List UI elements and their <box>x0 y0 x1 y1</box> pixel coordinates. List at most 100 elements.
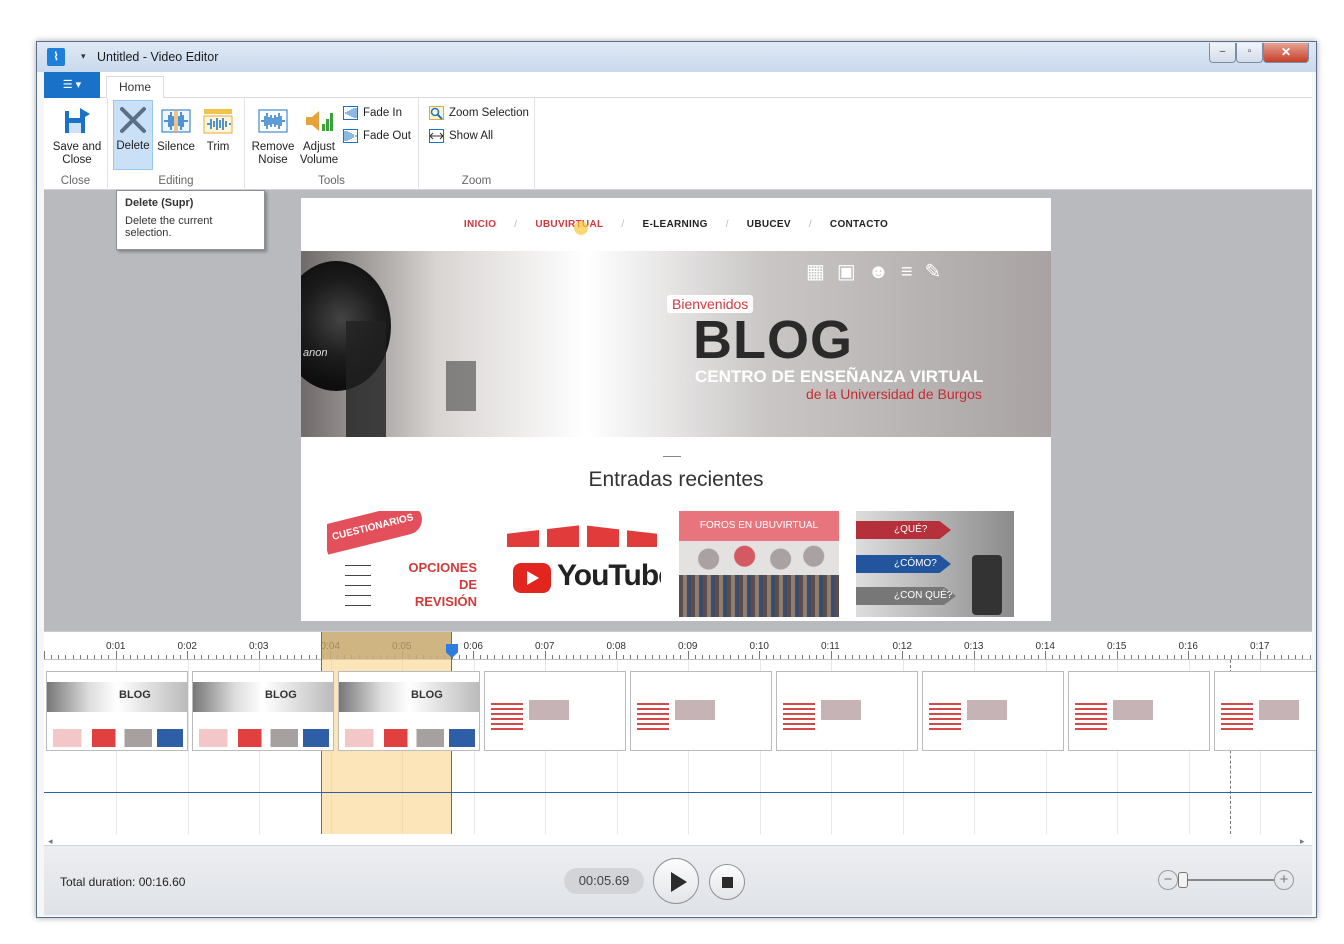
adjust-volume-button[interactable]: Adjust Volume <box>297 102 341 167</box>
video-thumbnail[interactable]: BLOG <box>192 671 334 751</box>
ruler-minor-tick <box>1066 655 1068 659</box>
ruler-minor-tick <box>94 655 96 659</box>
group-tools: Remove Noise Adjust Volume Fade In Fade … <box>245 98 419 190</box>
video-thumbnail[interactable]: BLOG <box>46 671 188 751</box>
ruler-minor-tick <box>766 655 768 659</box>
ruler-minor-tick <box>880 655 882 659</box>
ruler-minor-tick <box>580 655 582 659</box>
stop-button[interactable] <box>709 864 745 900</box>
total-duration: Total duration: 00:16.60 <box>60 875 186 889</box>
silence-button[interactable]: Silence <box>156 102 196 154</box>
zoom-slider-thumb[interactable] <box>1178 872 1188 888</box>
video-thumbnail[interactable] <box>1214 671 1316 751</box>
video-thumbnail[interactable]: BLOG <box>338 671 480 751</box>
quick-access-dropdown-icon[interactable]: ▾ <box>81 51 86 62</box>
zoom-selection-button[interactable]: Zoom Selection <box>429 103 529 123</box>
minimize-button[interactable]: ‒ <box>1209 43 1236 63</box>
post-line: ¿CON QUÉ? <box>856 587 956 605</box>
video-track[interactable]: BLOG BLOG BLOG <box>44 671 1316 751</box>
ruler-minor-tick <box>787 655 789 659</box>
ruler-minor-tick <box>809 655 811 659</box>
ruler-minor-tick <box>208 655 210 659</box>
ruler-minor-tick <box>258 651 260 659</box>
save-and-close-button[interactable]: Save and Close <box>48 102 106 167</box>
ruler-minor-tick <box>294 655 296 659</box>
ruler-minor-tick <box>1009 655 1011 659</box>
ruler-minor-tick <box>179 655 181 659</box>
thumbnail-image <box>529 700 569 720</box>
delete-button[interactable]: Delete <box>113 100 153 170</box>
group-editing: Delete Silence Trim Editing <box>108 98 245 190</box>
ruler-minor-tick <box>1109 655 1111 659</box>
ruler-minor-tick <box>780 655 782 659</box>
zoom-selection-label: Zoom Selection <box>449 107 529 119</box>
thumbnail-hero <box>339 682 479 712</box>
zoom-slider-track[interactable] <box>1182 879 1275 881</box>
file-menu-button[interactable]: ☰ ▾ <box>44 72 100 98</box>
ruler-minor-tick <box>987 655 989 659</box>
ruler-minor-tick <box>129 655 131 659</box>
thumbnail-title: BLOG <box>411 689 443 701</box>
ruler-minor-tick <box>272 655 274 659</box>
ruler-minor-tick <box>594 655 596 659</box>
maximize-button[interactable]: ▫ <box>1236 43 1263 63</box>
ruler-minor-tick <box>237 655 239 659</box>
trim-button[interactable]: Trim <box>198 102 238 154</box>
ruler-minor-tick <box>537 655 539 659</box>
upload-arrows-icon <box>507 525 657 547</box>
zoom-out-button[interactable]: − <box>1158 870 1178 890</box>
pencil-icon: ✎ <box>924 261 954 283</box>
nav-item-contacto: CONTACTO <box>829 218 889 230</box>
ruler-minor-tick <box>315 655 317 659</box>
fade-out-label: Fade Out <box>363 130 411 142</box>
speech-bubbles-icon <box>687 545 831 573</box>
audio-track-line <box>44 792 1312 793</box>
thumbnail-image <box>967 700 1007 720</box>
ruler-minor-tick <box>944 655 946 659</box>
ruler-minor-tick <box>1238 655 1240 659</box>
thumbnail-title: BLOG <box>265 689 297 701</box>
volume-icon <box>306 111 333 131</box>
hero-university: de la Universidad de Burgos <box>806 386 982 402</box>
tooltip-title: Delete (Supr) <box>125 197 194 209</box>
thumbnail-hero <box>47 682 187 712</box>
section-divider <box>663 456 681 457</box>
ruler-minor-tick <box>623 655 625 659</box>
ruler-minor-tick <box>1102 655 1104 659</box>
ruler-minor-tick <box>523 655 525 659</box>
fade-out-button[interactable]: Fade Out <box>343 126 411 146</box>
video-thumbnail[interactable] <box>922 671 1064 751</box>
fade-in-label: Fade In <box>363 107 402 119</box>
fade-in-icon <box>343 106 358 120</box>
list-icon: ≡ <box>900 261 925 283</box>
ruler-minor-tick <box>480 655 482 659</box>
zoom-in-button[interactable]: + <box>1274 870 1294 890</box>
ruler-minor-tick <box>265 655 267 659</box>
timeline[interactable]: 0:010:020:030:040:050:060:070:080:090:10… <box>44 631 1316 846</box>
fade-in-button[interactable]: Fade In <box>343 103 402 123</box>
video-thumbnail[interactable] <box>776 671 918 751</box>
ruler-minor-tick <box>44 651 45 659</box>
video-thumbnail[interactable] <box>1068 671 1210 751</box>
ruler-minor-tick <box>716 655 718 659</box>
ruler-minor-tick <box>79 655 81 659</box>
stop-icon <box>722 877 733 888</box>
show-all-button[interactable]: Show All <box>429 126 493 146</box>
window-title: Untitled - Video Editor <box>97 50 219 64</box>
post-line: OPCIONES <box>408 560 477 575</box>
ruler-minor-tick <box>923 655 925 659</box>
ribbon: Save and Close Close Delete Silence Trim… <box>44 98 1312 190</box>
ruler-minor-tick <box>573 655 575 659</box>
remove-noise-button[interactable]: Remove Noise <box>249 102 297 167</box>
ruler-minor-tick <box>1073 655 1075 659</box>
play-button[interactable] <box>653 858 699 904</box>
video-thumbnail[interactable] <box>484 671 626 751</box>
tooltip-body: Delete the current selection. <box>125 215 213 239</box>
ruler-minor-tick <box>873 655 875 659</box>
close-button[interactable]: ✕ <box>1263 43 1309 63</box>
timeline-ruler[interactable]: 0:010:020:030:040:050:060:070:080:090:10… <box>44 632 1312 660</box>
group-label-close: Close <box>60 175 91 187</box>
ruler-minor-tick <box>1252 655 1254 659</box>
video-thumbnail[interactable] <box>630 671 772 751</box>
tab-home[interactable]: Home <box>106 76 164 99</box>
